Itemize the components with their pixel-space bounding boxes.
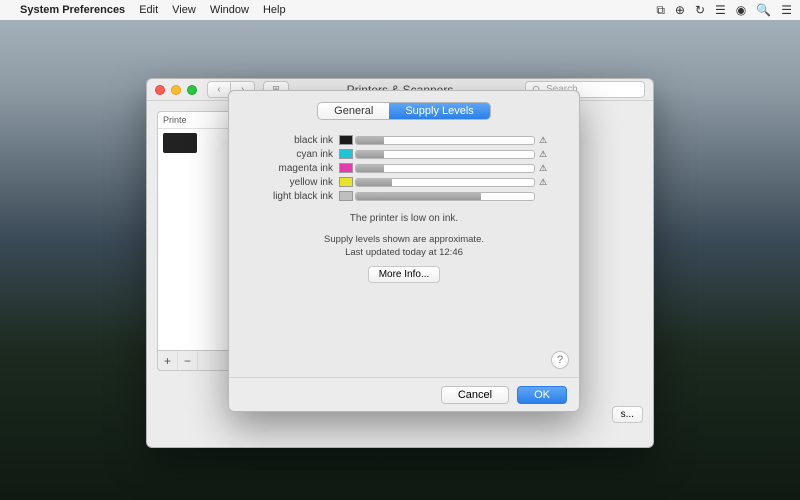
app-menu[interactable]: System Preferences <box>20 4 125 16</box>
supply-row: magenta ink ⚠ <box>259 161 549 175</box>
help-button[interactable]: ? <box>551 351 569 369</box>
supply-row: black ink ⚠ <box>259 133 549 147</box>
menu-window[interactable]: Window <box>210 4 249 16</box>
supply-bar <box>355 164 535 173</box>
remove-printer-button[interactable]: − <box>178 351 198 370</box>
supply-label: light black ink <box>259 191 333 202</box>
low-ink-message: The printer is low on ink. <box>229 213 579 224</box>
supply-row: light black ink <box>259 189 549 203</box>
last-updated-message: Last updated today at 12:46 <box>229 247 579 258</box>
printer-list-item[interactable] <box>158 129 232 157</box>
supply-bar <box>355 192 535 201</box>
timemachine-icon[interactable]: ↻ <box>695 3 705 17</box>
user-icon[interactable]: ◉ <box>736 3 746 17</box>
menu-bar: System Preferences Edit View Window Help… <box>0 0 800 20</box>
supply-bar <box>355 136 535 145</box>
close-button[interactable] <box>155 85 165 95</box>
supply-swatch <box>339 135 353 145</box>
traffic-lights <box>155 85 197 95</box>
supply-label: cyan ink <box>259 149 333 160</box>
add-printer-button[interactable]: + <box>158 351 178 370</box>
spotlight-icon[interactable]: 🔍 <box>756 3 771 17</box>
supply-label: magenta ink <box>259 163 333 174</box>
minimize-button[interactable] <box>171 85 181 95</box>
airdrop-icon[interactable]: ⊕ <box>675 3 685 17</box>
warning-icon: ⚠ <box>539 149 549 160</box>
supply-swatch <box>339 163 353 173</box>
printer-list-footer: + − <box>157 351 233 371</box>
approx-message: Supply levels shown are approximate. <box>229 234 579 245</box>
ok-button[interactable]: OK <box>517 386 567 404</box>
tab-supply-levels[interactable]: Supply Levels <box>389 103 490 119</box>
supply-swatch <box>339 177 353 187</box>
warning-icon: ⚠ <box>539 135 549 146</box>
printer-icon <box>163 133 197 153</box>
options-button[interactable]: s... <box>612 406 643 423</box>
supply-bar <box>355 178 535 187</box>
printer-list-header: Printe <box>158 112 232 129</box>
dropbox-icon[interactable]: ⧉ <box>656 3 665 18</box>
supply-label: black ink <box>259 135 333 146</box>
menu-help[interactable]: Help <box>263 4 286 16</box>
notifications-icon[interactable]: ☰ <box>781 3 792 17</box>
supply-swatch <box>339 191 353 201</box>
cancel-button[interactable]: Cancel <box>441 386 509 404</box>
supply-row: cyan ink ⚠ <box>259 147 549 161</box>
menu-edit[interactable]: Edit <box>139 4 158 16</box>
sheet-footer: Cancel OK <box>229 377 579 411</box>
warning-icon: ⚠ <box>539 177 549 188</box>
warning-icon: ⚠ <box>539 163 549 174</box>
menu-view[interactable]: View <box>172 4 196 16</box>
supply-swatch <box>339 149 353 159</box>
supply-bar <box>355 150 535 159</box>
supply-label: yellow ink <box>259 177 333 188</box>
supply-row: yellow ink ⚠ <box>259 175 549 189</box>
supply-levels-list: black ink⚠cyan ink⚠magenta ink⚠yellow in… <box>259 133 549 203</box>
more-info-button[interactable]: More Info... <box>368 266 441 283</box>
zoom-button[interactable] <box>187 85 197 95</box>
supply-levels-sheet: General Supply Levels black ink⚠cyan ink… <box>228 90 580 412</box>
tab-group: General Supply Levels <box>229 103 579 119</box>
printer-list[interactable]: Printe <box>157 111 233 351</box>
wifi-icon[interactable]: ☰ <box>715 3 726 17</box>
tab-general[interactable]: General <box>318 103 389 119</box>
